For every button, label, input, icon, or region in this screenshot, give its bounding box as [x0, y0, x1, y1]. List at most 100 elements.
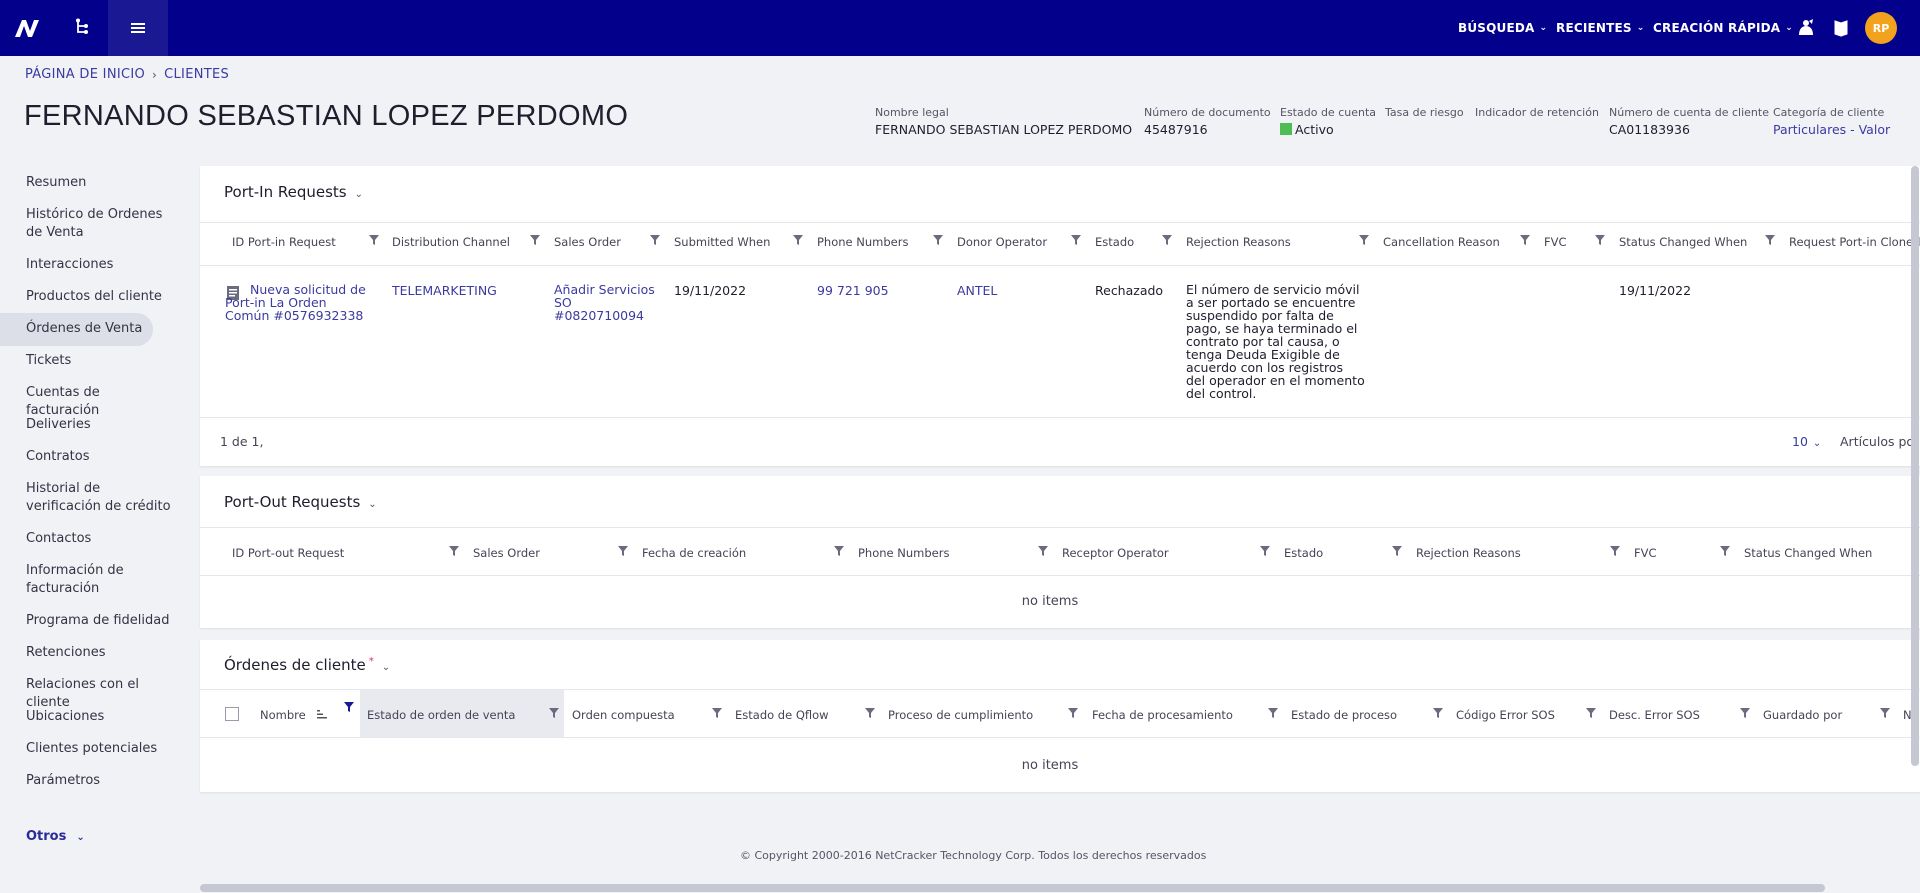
col-id-port-in[interactable]: ID Port-in Request — [232, 235, 336, 249]
filter-icon[interactable] — [1358, 234, 1370, 246]
filter-icon[interactable] — [1161, 234, 1173, 246]
select-all-checkbox[interactable] — [225, 707, 239, 721]
sidebar-item-parametros[interactable]: Parámetros — [26, 772, 176, 790]
filter-icon[interactable] — [1391, 545, 1403, 557]
sidebar-item-info-facturacion[interactable]: Información de facturación — [26, 562, 176, 598]
col-estado[interactable]: Estado — [1284, 546, 1323, 560]
col-estado[interactable]: Estado — [1095, 235, 1134, 249]
book-icon[interactable] — [1829, 16, 1853, 40]
filter-icon[interactable] — [1609, 545, 1621, 557]
sidebar-item-historial-credito[interactable]: Historial de verificación de crédito — [26, 480, 176, 516]
col-fecha-creacion[interactable]: Fecha de creación — [642, 546, 746, 560]
nav-busqueda[interactable]: BÚSQUEDA ⌄ — [1458, 0, 1547, 56]
sidebar-item-interacciones[interactable]: Interacciones — [26, 256, 176, 274]
filter-icon[interactable] — [1067, 707, 1079, 719]
sidebar-item-productos[interactable]: Productos del cliente — [26, 288, 176, 306]
filter-active-icon[interactable] — [343, 701, 355, 713]
sidebar-item-retenciones[interactable]: Retenciones — [26, 644, 176, 662]
sidebar-item-deliveries[interactable]: Deliveries — [26, 416, 176, 434]
filter-icon[interactable] — [649, 234, 661, 246]
hierarchy-button[interactable] — [56, 0, 108, 56]
filter-icon[interactable] — [1432, 707, 1444, 719]
netcracker-logo[interactable] — [0, 0, 54, 56]
sidebar-item-contactos[interactable]: Contactos — [26, 530, 176, 548]
col-fecha-procesamiento[interactable]: Fecha de procesamiento — [1092, 708, 1233, 722]
col-codigo-error-sos[interactable]: Código Error SOS — [1456, 708, 1555, 722]
filter-icon[interactable] — [1879, 707, 1891, 719]
col-estado-orden-venta[interactable]: Estado de orden de venta — [367, 708, 515, 722]
col-sales-order[interactable]: Sales Order — [473, 546, 540, 560]
filter-icon[interactable] — [1037, 545, 1049, 557]
col-estado-qflow[interactable]: Estado de Qflow — [735, 708, 829, 722]
col-phone-numbers[interactable]: Phone Numbers — [817, 235, 908, 249]
orders-title[interactable]: Órdenes de cliente * ⌄ — [224, 656, 390, 674]
port-in-id-link[interactable]: Nueva solicitud de Port-in La Orden Comú… — [225, 283, 370, 322]
filter-icon[interactable] — [1764, 234, 1776, 246]
col-request-port-in-cloned[interactable]: Request Port-in Cloned — [1789, 235, 1920, 249]
breadcrumb-home[interactable]: PÁGINA DE INICIO — [25, 67, 145, 82]
filter-icon[interactable] — [1519, 234, 1531, 246]
col-receptor-operator[interactable]: Receptor Operator — [1062, 546, 1169, 560]
col-sales-order[interactable]: Sales Order — [554, 235, 621, 249]
col-desc-error-sos[interactable]: Desc. Error SOS — [1609, 708, 1700, 722]
sidebar-item-fidelidad[interactable]: Programa de fidelidad — [26, 612, 176, 630]
nav-recientes[interactable]: RECIENTES ⌄ — [1556, 0, 1645, 56]
col-estado-proceso[interactable]: Estado de proceso — [1291, 708, 1397, 722]
filter-icon[interactable] — [792, 234, 804, 246]
col-donor-operator[interactable]: Donor Operator — [957, 235, 1047, 249]
col-fvc[interactable]: FVC — [1544, 235, 1567, 249]
agent-icon[interactable] — [1794, 16, 1818, 40]
col-proceso-cumplimiento[interactable]: Proceso de cumplimiento — [888, 708, 1033, 722]
col-status-changed-when[interactable]: Status Changed When — [1619, 235, 1747, 249]
filter-icon[interactable] — [1739, 707, 1751, 719]
sidebar-item-clientes-potenciales[interactable]: Clientes potenciales — [26, 740, 176, 758]
filter-icon[interactable] — [1594, 234, 1606, 246]
filter-icon[interactable] — [617, 545, 629, 557]
distribution-channel-link[interactable]: TELEMARKETING — [392, 283, 497, 298]
sidebar-item-ubicaciones[interactable]: Ubicaciones — [26, 708, 176, 726]
filter-icon[interactable] — [1259, 545, 1271, 557]
detail-value-link[interactable]: Particulares - Valor — [1773, 122, 1890, 137]
donor-operator-link[interactable]: ANTEL — [957, 283, 997, 298]
page-size-select[interactable]: 10 ⌄ — [1792, 434, 1821, 449]
filter-icon[interactable] — [864, 707, 876, 719]
sidebar-item-historico-ordenes[interactable]: Histórico de Ordenes de Venta — [26, 206, 176, 242]
sidebar-item-cuentas-facturacion[interactable]: Cuentas de facturación — [26, 384, 176, 420]
filter-icon[interactable] — [833, 545, 845, 557]
filter-icon[interactable] — [1719, 545, 1731, 557]
col-submitted-when[interactable]: Submitted When — [674, 235, 770, 249]
sales-order-link[interactable]: Añadir Servicios SO #0820710094 — [554, 283, 664, 322]
sidebar-item-ordenes-venta[interactable]: Órdenes de Venta — [26, 320, 176, 338]
filter-icon[interactable] — [1070, 234, 1082, 246]
phone-number-link[interactable]: 99 721 905 — [817, 283, 889, 298]
col-rejection-reasons[interactable]: Rejection Reasons — [1186, 235, 1291, 249]
col-orden-compuesta[interactable]: Orden compuesta — [572, 708, 675, 722]
col-phone-numbers[interactable]: Phone Numbers — [858, 546, 949, 560]
sidebar-item-relaciones[interactable]: Relaciones con el cliente — [26, 676, 176, 712]
port-in-title[interactable]: Port-In Requests ⌄ — [224, 183, 363, 201]
col-fvc[interactable]: FVC — [1634, 546, 1657, 560]
filter-icon[interactable] — [1267, 707, 1279, 719]
filter-icon[interactable] — [711, 707, 723, 719]
sidebar-item-resumen[interactable]: Resumen — [26, 174, 176, 192]
col-rejection-reasons[interactable]: Rejection Reasons — [1416, 546, 1521, 560]
sort-icon[interactable] — [316, 708, 328, 720]
filter-icon[interactable] — [448, 545, 460, 557]
sidebar-item-contratos[interactable]: Contratos — [26, 448, 176, 466]
port-out-title[interactable]: Port-Out Requests ⌄ — [224, 493, 377, 511]
vertical-scrollbar[interactable] — [1911, 166, 1919, 766]
filter-icon[interactable] — [1585, 707, 1597, 719]
col-distribution-channel[interactable]: Distribution Channel — [392, 235, 510, 249]
menu-button[interactable] — [108, 0, 168, 56]
filter-icon[interactable] — [548, 707, 560, 719]
col-nombre[interactable]: Nombre — [260, 708, 306, 722]
sidebar-otros[interactable]: Otros ⌄ — [26, 829, 85, 844]
sidebar-item-tickets[interactable]: Tickets — [26, 352, 176, 370]
col-status-changed-when[interactable]: Status Changed When — [1744, 546, 1872, 560]
filter-icon[interactable] — [368, 234, 380, 246]
user-avatar[interactable]: RP — [1865, 12, 1897, 44]
horizontal-scrollbar[interactable] — [200, 884, 1825, 892]
nav-creacion-rapida[interactable]: CREACIÓN RÁPIDA ⌄ — [1653, 0, 1793, 56]
col-cancellation-reason[interactable]: Cancellation Reason — [1383, 235, 1500, 249]
breadcrumb-clientes[interactable]: CLIENTES — [164, 67, 229, 82]
